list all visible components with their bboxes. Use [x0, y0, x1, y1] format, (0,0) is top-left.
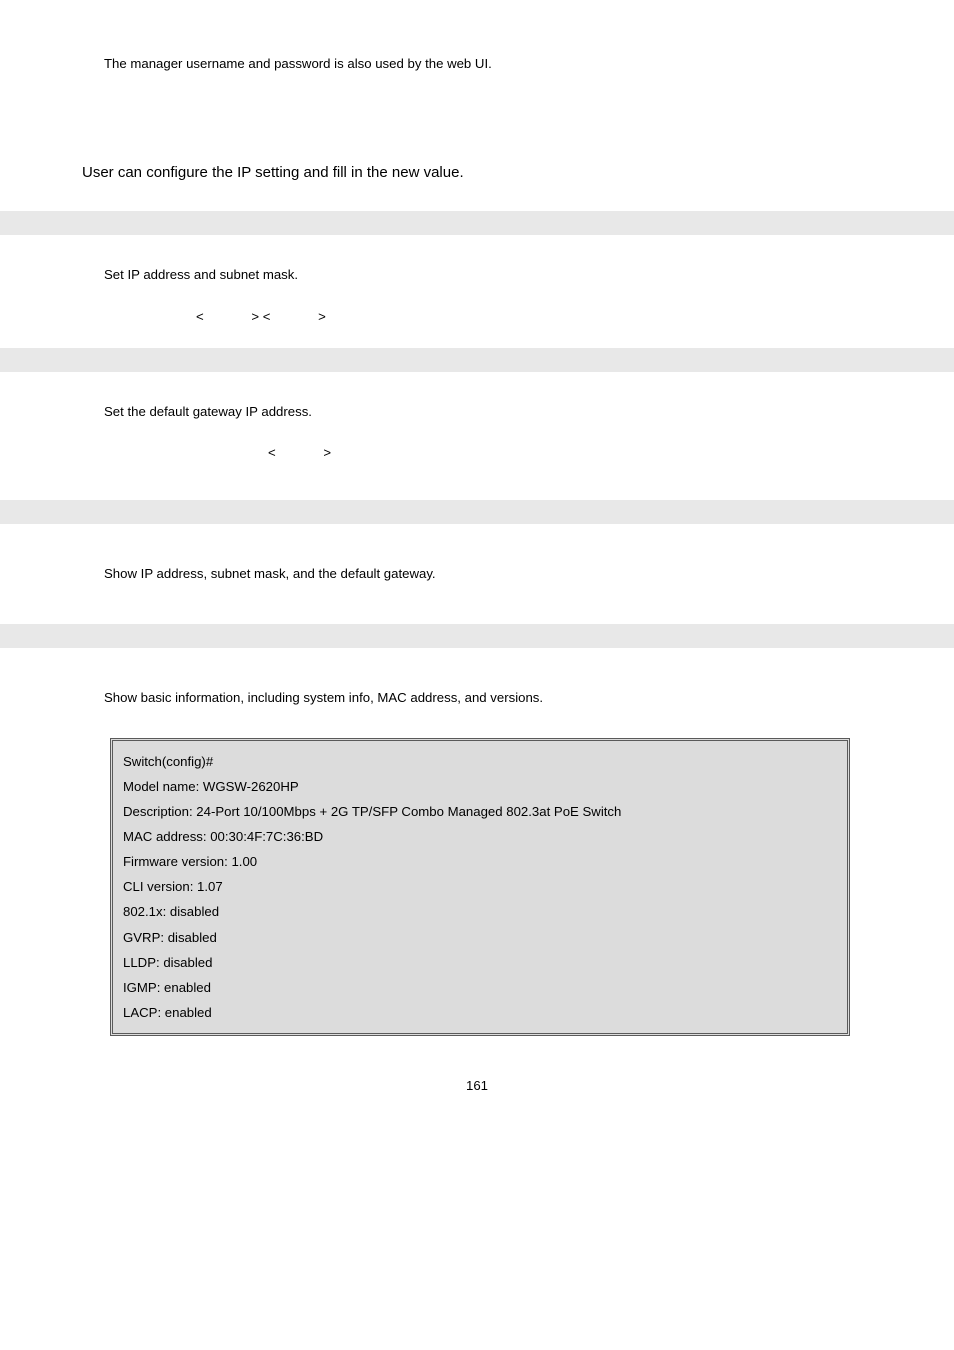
info-output-box: Switch(config)# Model name: WGSW-2620HP … — [110, 738, 850, 1036]
desc-show-info: Show basic information, including system… — [82, 688, 872, 708]
info-line-description: Description: 24-Port 10/100Mbps + 2G TP/… — [123, 799, 837, 824]
section-bar-1 — [0, 211, 954, 235]
syntax-default-gateway: < > — [82, 445, 872, 460]
info-line-model: Model name: WGSW-2620HP — [123, 774, 837, 799]
ip-config-heading: User can configure the IP setting and fi… — [82, 164, 872, 181]
syntax-ip-address: < > < > — [82, 309, 872, 324]
angle-close-2: > — [318, 309, 326, 324]
info-line-firmware: Firmware version: 1.00 — [123, 849, 837, 874]
note-manager-password: The manager username and password is als… — [82, 54, 872, 74]
info-line-lacp: LACP: enabled — [123, 1000, 837, 1025]
desc-set-ip: Set IP address and subnet mask. — [82, 265, 872, 285]
info-line-lldp: LLDP: disabled — [123, 950, 837, 975]
angle-open-1: < — [196, 309, 204, 324]
section-bar-3 — [0, 500, 954, 524]
info-line-prompt: Switch(config)# — [123, 749, 837, 774]
info-line-cli: CLI version: 1.07 — [123, 874, 837, 899]
info-line-gvrp: GVRP: disabled — [123, 925, 837, 950]
page-number: 161 — [0, 1036, 954, 1113]
info-line-igmp: IGMP: enabled — [123, 975, 837, 1000]
info-line-mac: MAC address: 00:30:4F:7C:36:BD — [123, 824, 837, 849]
section-bar-2 — [0, 348, 954, 372]
angle-open-gw: < — [268, 445, 276, 460]
angle-close-gw: > — [323, 445, 331, 460]
info-line-8021x: 802.1x: disabled — [123, 899, 837, 924]
desc-default-gateway: Set the default gateway IP address. — [82, 402, 872, 422]
section-bar-4 — [0, 624, 954, 648]
desc-show-ip: Show IP address, subnet mask, and the de… — [82, 564, 872, 584]
angle-close-open: > < — [251, 309, 270, 324]
